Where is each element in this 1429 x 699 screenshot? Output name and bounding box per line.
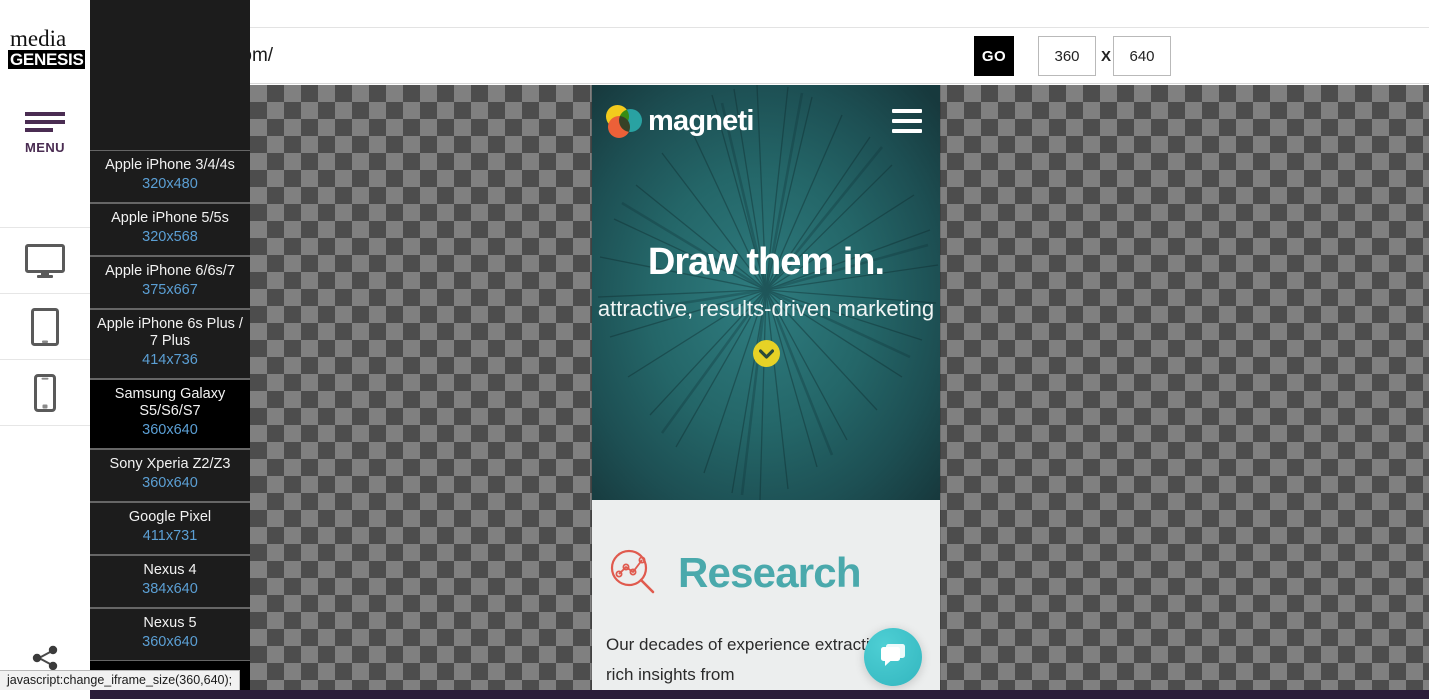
menu-label: MENU xyxy=(25,140,65,155)
device-option-size: 411x731 xyxy=(142,528,198,544)
hero-copy: Draw them in. attractive, results-driven… xyxy=(592,240,940,367)
site-hero: magneti Draw them in. attractive, result… xyxy=(592,85,940,500)
sidebar-item-desktop[interactable] xyxy=(0,228,90,293)
chat-bubble-icon xyxy=(878,642,908,673)
device-option[interactable]: Apple iPhone 6/6s/7 375x667 xyxy=(90,256,250,309)
research-heading-row: Research xyxy=(608,548,862,598)
device-option-name: Nexus 5 xyxy=(143,615,197,631)
desktop-icon xyxy=(25,243,65,278)
device-option[interactable]: Google Pixel 411x731 xyxy=(90,502,250,555)
device-option-name: Apple iPhone 6s Plus / 7 Plus xyxy=(97,316,243,349)
research-magnifier-chart-icon xyxy=(608,548,658,598)
site-preview-frame[interactable]: magneti Draw them in. attractive, result… xyxy=(592,85,940,690)
tablet-icon xyxy=(31,307,59,346)
left-sidebar: media GENESIS MENU xyxy=(0,0,90,699)
width-input[interactable] xyxy=(1038,36,1096,76)
url-row: GO X xyxy=(90,28,1429,84)
brand-logo-line1: media xyxy=(10,26,67,51)
chat-widget-button[interactable] xyxy=(864,628,922,686)
device-option[interactable]: Nexus 5 360x640 xyxy=(90,608,250,661)
device-option[interactable]: Samsung Galaxy S5/S6/S7 360x640 xyxy=(90,379,250,449)
research-body-text: Our decades of experience extracting ric… xyxy=(606,635,889,684)
hero-title: Draw them in. xyxy=(647,241,885,283)
site-navbar: magneti xyxy=(592,85,940,157)
sidebar-divider-4 xyxy=(0,425,90,426)
device-option-name: Apple iPhone 6/6s/7 xyxy=(105,263,235,279)
go-button[interactable]: GO xyxy=(974,36,1014,76)
app-title-row: CHECKER xyxy=(90,0,1429,28)
hamburger-icon-line-1 xyxy=(25,112,65,116)
hamburger-icon-line-3 xyxy=(25,128,53,132)
device-option-name: Apple iPhone 3/4/4s xyxy=(105,157,235,173)
device-option[interactable]: Nexus 4 384x640 xyxy=(90,555,250,608)
device-option-name: Samsung Galaxy S5/S6/S7 xyxy=(114,386,226,419)
device-option-name: Sony Xperia Z2/Z3 xyxy=(109,456,231,472)
hamburger-icon-line-2 xyxy=(25,120,65,124)
top-toolbar: CHECKER GO X xyxy=(90,0,1429,85)
browser-status-bar: javascript:change_iframe_size(360,640); xyxy=(0,670,241,690)
device-option-name: Nexus 4 xyxy=(143,562,197,578)
device-option-name: Apple iPhone 5/5s xyxy=(111,210,229,226)
sidebar-item-mobile[interactable] xyxy=(0,360,90,425)
brand-logo-line2: GENESIS xyxy=(8,50,86,69)
hero-subtitle: attractive, results-driven marketing xyxy=(597,296,935,321)
research-title: Research xyxy=(678,549,862,596)
brand-logo[interactable]: media GENESIS xyxy=(8,26,86,70)
height-input[interactable] xyxy=(1113,36,1171,76)
responsive-checker-app: media GENESIS MENU https://magneti.com/ … xyxy=(0,0,1429,699)
device-option-size: 375x667 xyxy=(142,282,198,298)
mobile-icon xyxy=(34,373,56,412)
bottom-accent-strip xyxy=(0,690,1429,699)
dimension-separator: X xyxy=(1100,47,1111,65)
device-option-size: 360x640 xyxy=(142,422,198,438)
menu-button[interactable]: MENU xyxy=(0,112,90,155)
site-hamburger-icon[interactable] xyxy=(892,109,922,133)
device-option-size: 360x640 xyxy=(142,475,198,491)
device-option-size: 320x568 xyxy=(142,229,198,245)
device-option-name: Google Pixel xyxy=(128,509,212,525)
site-logo-text: magneti xyxy=(648,104,754,137)
device-option[interactable]: Apple iPhone 6s Plus / 7 Plus 414x736 xyxy=(90,309,250,379)
device-option-size: 360x640 xyxy=(142,634,198,650)
device-option[interactable]: Apple iPhone 5/5s 320x568 xyxy=(90,203,250,256)
site-section-research: Research Our decades of experience extra… xyxy=(592,500,940,690)
device-option[interactable]: Apple iPhone 3/4/4s 320x480 xyxy=(90,150,250,203)
device-option-size: 414x736 xyxy=(142,352,198,368)
preview-canvas: magneti Draw them in. attractive, result… xyxy=(250,85,1429,690)
device-option-size: 384x640 xyxy=(142,581,198,597)
scroll-down-chevron-icon[interactable] xyxy=(752,340,780,367)
device-option[interactable]: Sony Xperia Z2/Z3 360x640 xyxy=(90,449,250,502)
device-dropdown-list[interactable]: Apple iPhone 3/4/4s 320x480 Apple iPhone 5… xyxy=(90,0,250,690)
magneti-logo-icon xyxy=(606,104,642,138)
dropdown-spacer xyxy=(90,0,250,150)
site-logo[interactable]: magneti xyxy=(606,104,754,138)
device-option-size: 320x480 xyxy=(142,176,198,192)
sidebar-item-tablet[interactable] xyxy=(0,294,90,359)
